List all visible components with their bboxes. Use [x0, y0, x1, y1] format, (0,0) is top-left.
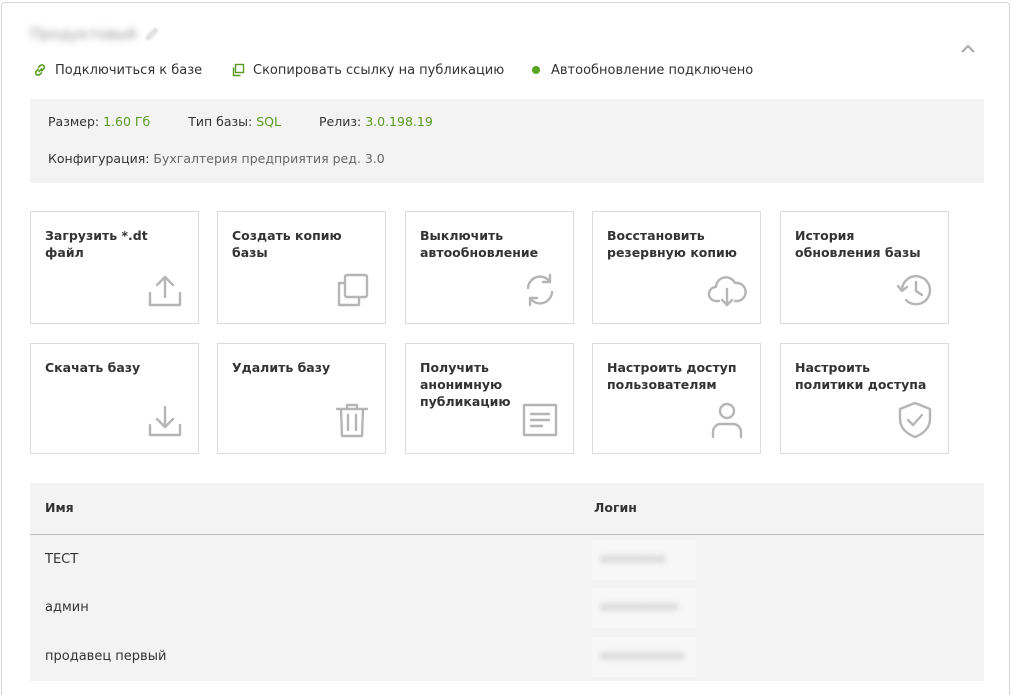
tile-label: Настроить доступ пользователям — [607, 360, 737, 392]
copy-link[interactable]: Скопировать ссылку на публикацию — [230, 62, 530, 78]
copy-icon — [331, 269, 373, 311]
refresh-icon — [519, 269, 561, 311]
download-icon — [144, 399, 186, 441]
copy-link-label: Скопировать ссылку на публикацию — [253, 62, 505, 78]
document-icon — [519, 399, 561, 441]
user-access-tile[interactable]: Настроить доступ пользователям — [592, 343, 761, 454]
autoupdate-status: Автообновление подключено — [530, 63, 753, 78]
quick-actions: Подключиться к базе Скопировать ссылку н… — [32, 60, 753, 80]
info-row-main: Размер: 1.60 Гб Тип базы: SQL Релиз: 3.0… — [48, 114, 471, 129]
column-header-login: Логин — [594, 500, 637, 515]
user-name: админ — [45, 600, 89, 615]
copy-small-icon — [232, 63, 245, 77]
column-header-name: Имя — [45, 500, 74, 515]
trash-icon — [331, 399, 373, 441]
shield-check-icon — [894, 399, 936, 441]
size-label: Размер: — [48, 114, 100, 129]
upload-dt-tile[interactable]: Загрузить *.dt файл — [30, 211, 199, 324]
table-row[interactable]: продавец первый xxxxxxxxxxxxx — [30, 633, 984, 681]
user-name: продавец первый — [45, 649, 167, 664]
type-info: Тип базы: SQL — [188, 114, 281, 129]
release-info: Релиз: 3.0.198.19 — [319, 114, 433, 129]
size-value: 1.60 Гб — [103, 114, 151, 129]
user-name: ТЕСТ — [45, 552, 79, 567]
connect-link[interactable]: Подключиться к базе — [32, 62, 230, 78]
user-login-text: xxxxxxxxxxxx — [600, 600, 679, 613]
config-label: Конфигурация: — [48, 151, 150, 166]
connect-label: Подключиться к базе — [55, 62, 203, 78]
delete-db-tile[interactable]: Удалить базу — [217, 343, 386, 454]
cloud-download-icon — [706, 269, 748, 311]
tile-label: Восстановить резервную копию — [607, 228, 737, 260]
table-row[interactable]: ТЕСТ xxxxxxxxxx — [30, 536, 984, 584]
create-copy-tile[interactable]: Создать копию базы — [217, 211, 386, 324]
type-label: Тип базы: — [188, 114, 253, 129]
title-row: Продуктовый — [30, 21, 159, 47]
pencil-icon[interactable] — [145, 27, 159, 41]
database-card: Продуктовый Подключиться к базе Скопиров… — [1, 2, 1010, 695]
size-info: Размер: 1.60 Гб — [48, 114, 150, 129]
tile-label: Настроить политики доступа — [795, 360, 927, 392]
config-value: Бухгалтерия предприятия ред. 3.0 — [153, 151, 385, 166]
upload-icon — [144, 269, 186, 311]
access-policies-tile[interactable]: Настроить политики доступа — [780, 343, 949, 454]
tile-label: Удалить базу — [232, 360, 331, 375]
info-row-config: Конфигурация: Бухгалтерия предприятия ре… — [48, 151, 385, 166]
download-db-tile[interactable]: Скачать базу — [30, 343, 199, 454]
user-login-text: xxxxxxxxxxxxx — [600, 649, 685, 662]
user-icon — [706, 399, 748, 441]
chevron-up-icon[interactable] — [959, 41, 977, 55]
tile-label: История обновления базы — [795, 228, 921, 260]
table-header: Имя Логин — [30, 483, 984, 535]
tile-label: Выключить автообновление — [420, 228, 539, 260]
database-title: Продуктовый — [30, 25, 137, 43]
user-login-text: xxxxxxxxxx — [600, 552, 666, 565]
update-history-tile[interactable]: История обновления базы — [780, 211, 949, 324]
database-info: Размер: 1.60 Гб Тип базы: SQL Релиз: 3.0… — [30, 99, 984, 183]
autoupdate-status-label: Автообновление подключено — [551, 62, 754, 78]
tile-label: Загрузить *.dt файл — [45, 228, 148, 260]
tile-label: Создать копию базы — [232, 228, 342, 260]
user-login: xxxxxxxxxxxxx — [592, 637, 696, 677]
release-label: Релиз: — [319, 114, 362, 129]
release-value: 3.0.198.19 — [365, 114, 433, 129]
status-dot-icon — [532, 66, 540, 74]
table-row[interactable]: админ xxxxxxxxxxxx — [30, 584, 984, 632]
anonymous-publication-tile[interactable]: Получить анонимную публикацию — [405, 343, 574, 454]
users-table: Имя Логин ТЕСТ xxxxxxxxxx админ xxxxxxxx… — [30, 483, 984, 681]
disable-autoupdate-tile[interactable]: Выключить автообновление — [405, 211, 574, 324]
link-icon — [34, 64, 46, 76]
user-login: xxxxxxxxxxxx — [592, 588, 696, 628]
type-value: SQL — [256, 114, 281, 129]
tile-label: Скачать базу — [45, 360, 141, 375]
restore-backup-tile[interactable]: Восстановить резервную копию — [592, 211, 761, 324]
history-icon — [894, 269, 936, 311]
user-login: xxxxxxxxxx — [592, 540, 696, 580]
